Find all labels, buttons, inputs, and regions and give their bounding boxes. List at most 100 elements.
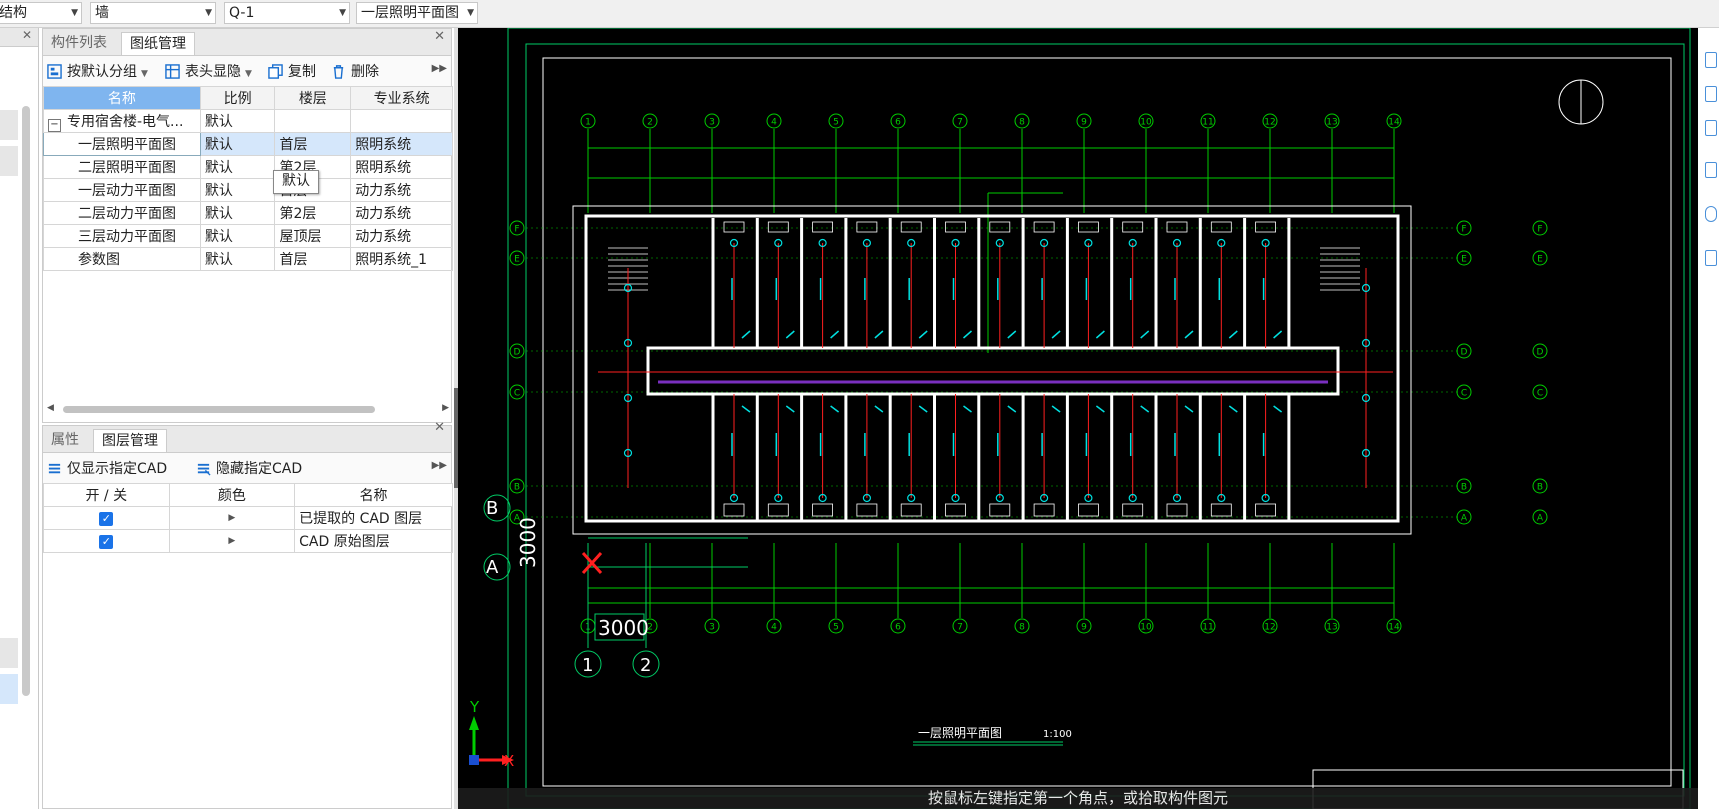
group-by-default-label: 按默认分组 [67,64,137,80]
layer-visible-checkbox[interactable]: ✓ [99,535,114,549]
row-scale-cell[interactable]: 默认 [199,132,276,156]
close-icon[interactable]: ✕ [434,420,445,435]
type-select[interactable]: 墙 ▼ [90,2,216,24]
scroll-left-icon[interactable]: ◀ [47,403,54,413]
grid-number: 9 [1081,623,1087,633]
table-row[interactable]: 二层照明平面图 默认 第2层 照明系统 [43,155,453,179]
table-row[interactable]: 三层动力平面图 默认 屋顶层 动力系统 [43,224,453,248]
row-floor-cell[interactable]: 屋顶层 [274,224,352,248]
column-header-system[interactable]: 专业系统 [350,86,453,110]
hide-cad-button[interactable]: 隐藏指定CAD [196,459,302,479]
close-icon[interactable]: ✕ [434,29,445,44]
row-floor-cell[interactable]: 首层 [274,132,352,156]
tool-icon[interactable] [1705,120,1717,136]
strip-item-selected[interactable] [0,674,18,704]
strip-item[interactable] [0,638,18,668]
row-scale-cell[interactable]: 默认 [199,155,276,179]
row-system-cell[interactable]: 动力系统 [350,178,453,202]
column-header-color[interactable]: 颜色 [168,483,296,507]
column-header-floor[interactable]: 楼层 [274,86,352,110]
row-name-cell[interactable]: 二层照明平面图 [43,155,201,179]
delete-button[interactable]: 删除 [331,62,379,82]
row-letter: A [1461,514,1468,524]
color-expand-icon[interactable]: ▶ [228,536,235,546]
row-scale-cell[interactable]: 默认 [199,247,276,271]
row-letter: B [1537,483,1543,493]
tab-layer-management[interactable]: 图层管理 [93,429,167,452]
category-select[interactable]: 结构 ▼ [0,2,82,24]
strip-scrollbar[interactable] [22,106,30,696]
color-cell[interactable]: ▶ [168,506,296,530]
row-scale-cell[interactable]: 默认 [199,201,276,225]
column-header-toggle[interactable]: 开 / 关 [43,483,170,507]
column-header-scale[interactable]: 比例 [199,86,276,110]
group-row[interactable]: − 专用宿舍楼-电气... 默认 [43,109,453,133]
toggle-cell: ✓ [43,506,170,530]
table-row[interactable]: ✓ ▶ CAD 原始图层 [43,529,453,553]
row-floor-cell[interactable]: 首层 [274,247,352,271]
more-options-icon[interactable]: ▶▶ [432,460,447,471]
row-scale-cell[interactable]: 默认 [199,224,276,248]
row-scale-cell[interactable]: 默认 [199,178,276,202]
more-options-icon[interactable]: ▶▶ [432,63,447,74]
switch-symbol [1228,330,1238,339]
row-name-cell[interactable]: 二层动力平面图 [43,201,201,225]
table-row[interactable]: 一层动力平面图 默认 首层 动力系统 [43,178,453,202]
column-header-name[interactable]: 名称 [43,86,201,110]
chevron-down-icon: ▼ [71,8,78,18]
tool-icon[interactable] [1705,86,1717,102]
balcony-fixture [989,503,1011,517]
group-name: 专用宿舍楼-电气... [67,113,184,130]
component-select[interactable]: Q-1 ▼ [224,2,350,24]
switch-symbol [1095,405,1105,413]
switch-symbol [1273,330,1283,339]
cad-floor-plan[interactable]: 11223344556677889910101111121213131414FF… [458,28,1698,809]
close-icon[interactable]: ✕ [22,28,32,42]
layer-visible-checkbox[interactable]: ✓ [99,512,114,526]
row-name-cell[interactable]: 三层动力平面图 [43,224,201,248]
x-axis-label: X [504,752,514,770]
row-system-cell[interactable]: 动力系统 [350,201,453,225]
tab-component-list[interactable]: 构件列表 [43,32,115,55]
scrollbar-thumb[interactable] [63,406,375,413]
horizontal-scrollbar[interactable]: ◀ ▶ [47,403,449,415]
copy-button[interactable]: 复制 [268,62,316,82]
column-header-layer-name[interactable]: 名称 [294,483,453,507]
grid-number: 4 [771,118,777,128]
grid-number: 11 [1202,623,1213,633]
collapse-icon[interactable]: − [48,118,61,132]
row-system-cell[interactable]: 照明系统 [350,132,453,156]
row-system-cell[interactable]: 动力系统 [350,224,453,248]
table-row[interactable]: 二层动力平面图 默认 第2层 动力系统 [43,201,453,225]
color-cell[interactable]: ▶ [168,529,296,553]
tool-icon[interactable] [1705,206,1717,222]
strip-item[interactable] [0,110,18,140]
row-name-cell[interactable]: 一层照明平面图 [43,132,201,156]
row-floor-cell[interactable]: 第2层 [274,201,352,225]
strip-item[interactable] [0,146,18,176]
table-row[interactable]: ✓ ▶ 已提取的 CAD 图层 [43,506,453,530]
row-name-cell[interactable]: 参数图 [43,247,201,271]
header-visibility-button[interactable]: 表头显隐 ▼ [165,62,252,82]
color-expand-icon[interactable]: ▶ [228,513,235,523]
delete-label: 删除 [351,64,379,80]
tab-drawing-management[interactable]: 图纸管理 [121,32,195,55]
table-row[interactable]: 一层照明平面图 默认 首层 照明系统 [43,132,453,156]
cad-drawing-canvas[interactable]: 11223344556677889910101111121213131414FF… [458,28,1698,809]
drawing-select[interactable]: 一层照明平面图 ▼ [356,2,478,24]
table-row[interactable]: 参数图 默认 首层 照明系统_1 [43,247,453,271]
switch-symbol [1140,330,1150,339]
show-only-cad-button[interactable]: 仅显示指定CAD [47,459,167,479]
axis-b-label: B [486,498,498,519]
row-name-cell[interactable]: 一层动力平面图 [43,178,201,202]
tool-icon[interactable] [1705,162,1717,178]
grid-number: 4 [771,623,777,633]
scroll-right-icon[interactable]: ▶ [442,403,449,413]
tab-properties[interactable]: 属性 [43,429,87,452]
row-system-cell[interactable]: 照明系统 [350,155,453,179]
tool-icon[interactable] [1705,250,1717,266]
washroom-fixture [1210,221,1232,233]
group-by-default-button[interactable]: 按默认分组 ▼ [47,62,148,82]
tool-icon[interactable] [1705,52,1717,68]
row-system-cell[interactable]: 照明系统_1 [350,247,453,271]
